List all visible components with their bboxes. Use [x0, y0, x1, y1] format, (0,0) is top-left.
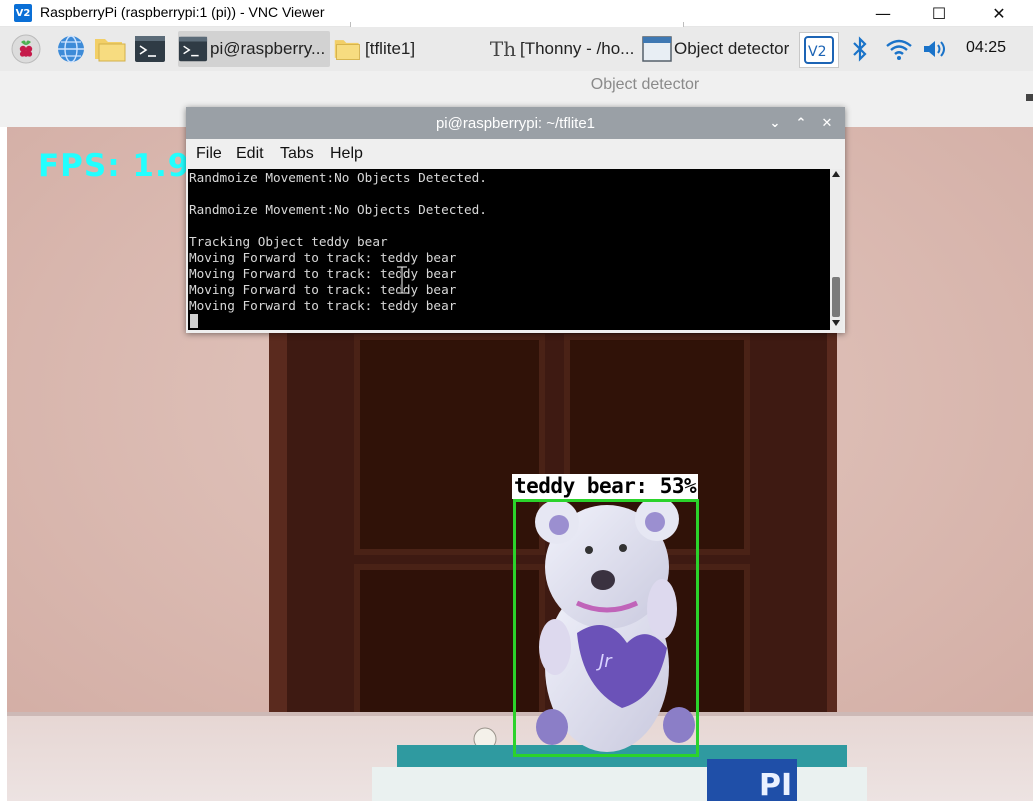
terminal-icon — [178, 35, 208, 63]
terminal-line: Moving Forward to track: teddy bear — [189, 282, 457, 297]
terminal-line: Moving Forward to track: teddy bear — [189, 298, 457, 313]
raspberry-menu-icon[interactable] — [9, 32, 43, 66]
terminal-cursor — [190, 314, 198, 328]
terminal-minimize-button[interactable]: ⌄ — [766, 114, 784, 132]
terminal-close-button[interactable]: ✕ — [818, 114, 836, 132]
object-detector-titlebar: Object detector — [0, 71, 1033, 101]
menu-help[interactable]: Help — [330, 145, 363, 163]
terminal-line: Tracking Object teddy bear — [189, 234, 388, 249]
wifi-icon[interactable] — [884, 32, 914, 66]
bluetooth-icon[interactable] — [846, 32, 874, 66]
terminal-output[interactable]: Randmoize Movement:No Objects Detected. … — [188, 169, 830, 330]
vnc-server-icon[interactable]: V2 — [799, 32, 839, 68]
volume-icon[interactable] — [920, 32, 950, 66]
web-browser-globe-icon[interactable] — [54, 32, 88, 66]
task-terminal[interactable]: pi@raspberry... — [178, 31, 330, 67]
thonny-icon: Th — [489, 37, 517, 61]
file-manager-folder-icon[interactable] — [93, 32, 127, 66]
terminal-line: Randmoize Movement:No Objects Detected. — [189, 202, 487, 217]
terminal-titlebar[interactable]: pi@raspberrypi: ~/tflite1 ⌄ ⌃ ✕ — [186, 107, 845, 139]
vnc-viewer-logo-icon: V2 — [14, 4, 32, 22]
detection-label: teddy bear: 53% — [514, 474, 697, 498]
task-label: Object detector — [674, 39, 790, 58]
folder-icon — [333, 35, 363, 63]
menu-file[interactable]: File — [196, 145, 222, 163]
terminal-maximize-button[interactable]: ⌃ — [792, 114, 810, 132]
terminal-line: Moving Forward to track: teddy bear — [189, 266, 457, 281]
window-icon — [642, 35, 672, 63]
terminal-title: pi@raspberrypi: ~/tflite1 — [435, 115, 596, 132]
window-title: RaspberryPi (raspberrypi:1 (pi)) - VNC V… — [40, 4, 325, 20]
rpi-taskbar: pi@raspberry... [tflite1] Th [Thonny - /… — [0, 27, 1033, 72]
terminal-line: Moving Forward to track: teddy bear — [189, 250, 457, 265]
window-maximize-button[interactable]: ☐ — [916, 0, 962, 26]
window-minimize-button[interactable]: — — [860, 0, 906, 26]
task-object-detector[interactable]: Object detector — [642, 31, 794, 67]
task-label: [tflite1] — [365, 39, 416, 58]
task-label: [Thonny - /ho... — [520, 39, 635, 58]
window-close-button[interactable]: ✕ — [976, 0, 1022, 26]
task-label: pi@raspberry... — [210, 39, 326, 58]
object-detector-title: Object detector — [590, 76, 700, 93]
terminal-scrollbar[interactable] — [830, 169, 843, 330]
scroll-up-arrow-icon[interactable] — [832, 171, 840, 177]
menu-tabs[interactable]: Tabs — [280, 145, 314, 163]
terminal-window[interactable]: pi@raspberrypi: ~/tflite1 ⌄ ⌃ ✕ File Edi… — [186, 107, 845, 333]
terminal-launcher-icon[interactable] — [133, 32, 167, 66]
task-thonny[interactable]: Th [Thonny - /ho... — [488, 31, 640, 67]
ibeam-cursor-icon — [396, 265, 408, 295]
task-file-manager[interactable]: [tflite1] — [333, 31, 483, 67]
detection-bounding-box — [513, 499, 699, 757]
svg-text:PI: PI — [759, 768, 792, 801]
terminal-line: Randmoize Movement:No Objects Detected. — [189, 170, 487, 185]
scrollbar-thumb[interactable] — [832, 277, 840, 317]
scroll-down-arrow-icon[interactable] — [832, 320, 840, 326]
svg-text:V2: V2 — [808, 44, 826, 60]
terminal-menubar: File Edit Tabs Help — [186, 139, 845, 169]
menu-edit[interactable]: Edit — [236, 145, 264, 163]
clock[interactable]: 04:25 — [966, 39, 1006, 57]
